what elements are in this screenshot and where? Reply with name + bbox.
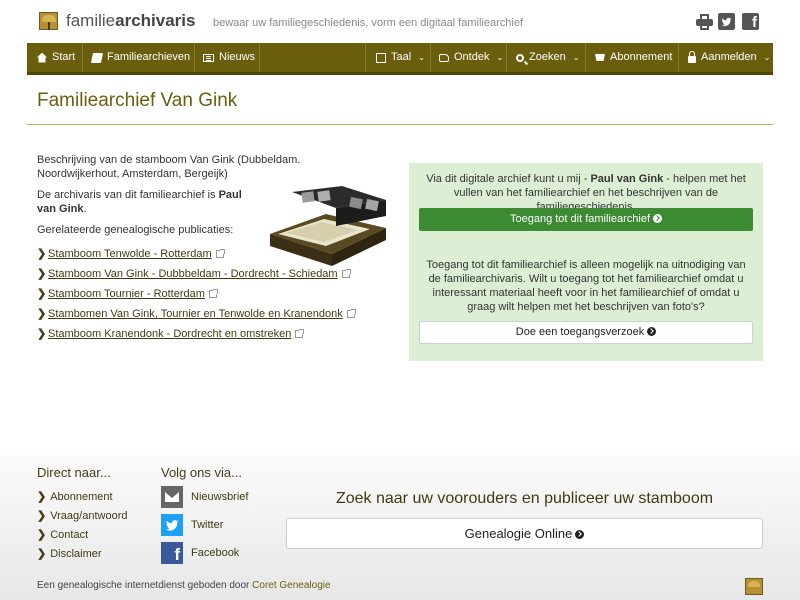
external-link-icon — [208, 289, 218, 298]
publication-link[interactable]: Stamboom Tenwolde - Rotterdam — [48, 248, 212, 260]
tagline: bewaar uw familiegeschiedenis, vorm een … — [213, 17, 523, 29]
footer-link-nieuwsbrief[interactable]: Nieuwsbrief — [191, 491, 248, 503]
nav-familiearchieven-label: Familiearchieven — [107, 51, 191, 63]
publication-link[interactable]: Stamboom Kranendonk - Dordrecht en omstr… — [48, 328, 291, 340]
nav-taal[interactable]: Taal ⌄ — [376, 43, 425, 72]
chevron-circle-right-icon — [653, 214, 663, 223]
direct-heading: Direct naar... — [37, 465, 111, 480]
list-item: ❯ Stamboom Kranendonk - Dordrecht en omst… — [37, 328, 367, 341]
chevron-circle-right-icon — [647, 327, 657, 336]
invite-text: Toegang tot dit familiearchief is alleen… — [426, 259, 746, 313]
footer-link-facebook[interactable]: Facebook — [191, 547, 239, 559]
footer-link-twitter[interactable]: Twitter — [191, 519, 223, 531]
footer-credit: Een genealogische internetdienst geboden… — [37, 580, 331, 591]
facebook-icon[interactable]: f — [161, 542, 183, 564]
main-nav: Start Familiearchieven Nieuws Taal ⌄ Ontd… — [27, 43, 773, 75]
archivist-line: De archivaris van dit familiearchief is … — [37, 189, 242, 215]
follow-heading: Volg ons via... — [161, 465, 242, 480]
cart-icon — [595, 54, 605, 61]
chevron-right-icon: ❯ — [37, 268, 47, 280]
tree-logo-icon[interactable] — [39, 12, 58, 30]
chevron-right-icon: ❯ — [37, 491, 47, 503]
home-icon — [37, 52, 47, 63]
external-link-icon — [346, 309, 356, 318]
genealogie-online-button[interactable]: Genealogie Online — [286, 518, 763, 549]
nav-start[interactable]: Start — [37, 43, 75, 72]
external-link-icon — [341, 269, 351, 278]
twitter-icon[interactable] — [161, 514, 183, 536]
footer-link-abonnement[interactable]: ❯ Abonnement — [37, 490, 113, 503]
archive-description: Beschrijving van de stamboom Van Gink (D… — [37, 154, 301, 180]
publication-link[interactable]: Stamboom Van Gink - Dubbbeldam - Dordrec… — [48, 268, 338, 280]
archive-box-image — [270, 186, 386, 266]
list-item: ❯ Stamboom Van Gink - Dubbbeldam - Dordre… — [37, 268, 367, 281]
request-access-button[interactable]: Doe een toegangsverzoek — [419, 321, 753, 344]
facebook-icon[interactable]: f — [742, 13, 759, 31]
panel-archivist-name: Paul van Gink — [590, 173, 664, 185]
nav-familiearchieven[interactable]: Familiearchieven — [90, 43, 191, 72]
chevron-right-icon: ❯ — [37, 328, 47, 340]
chevron-down-icon: ⌄ — [418, 53, 425, 62]
access-panel: Via dit digitale archief kunt u mij - Pa… — [409, 163, 763, 361]
language-icon — [376, 52, 386, 63]
chevron-right-icon: ❯ — [37, 308, 47, 320]
chevron-right-icon: ❯ — [37, 548, 47, 560]
list-item: ❯ Stamboom Tournier - Rotterdam — [37, 288, 367, 301]
footer-link-vraag[interactable]: ❯ Vraag/antwoord — [37, 509, 127, 522]
publications-label: Gerelateerde genealogische publicaties: — [37, 224, 234, 236]
logo-text-bold: archivaris — [115, 11, 196, 30]
publication-link[interactable]: Stamboom Tournier - Rotterdam — [48, 288, 205, 300]
nav-nieuws-label: Nieuws — [219, 51, 256, 63]
logo-text-light: familie — [66, 11, 116, 30]
nav-ontdek[interactable]: Ontdek ⌄ — [439, 43, 503, 72]
publication-link[interactable]: Stambomen Van Gink, Tournier en Tenwolde… — [48, 308, 343, 320]
page-title: Familiearchief Van Gink — [37, 90, 238, 111]
newspaper-icon — [203, 53, 214, 62]
external-link-icon — [215, 249, 225, 258]
coret-genealogie-link[interactable]: Coret Genealogie — [252, 580, 330, 591]
chevron-down-icon: ⌄ — [572, 53, 580, 62]
twitter-icon[interactable] — [718, 13, 735, 30]
chevron-down-icon: ⌄ — [763, 53, 771, 62]
nav-nieuws[interactable]: Nieuws — [203, 43, 255, 72]
chevron-right-icon: ❯ — [37, 510, 47, 522]
chevron-circle-right-icon — [575, 530, 585, 539]
list-item: ❯ Stambomen Van Gink, Tournier en Tenwold… — [37, 308, 367, 321]
chevron-right-icon: ❯ — [37, 288, 47, 300]
access-archive-button[interactable]: Toegang tot dit familiearchief — [419, 208, 753, 231]
nav-aanmelden-label: Aanmelden — [701, 51, 757, 63]
site-logo[interactable]: familiearchivaris — [66, 11, 195, 31]
tree-logo-icon[interactable] — [745, 578, 763, 595]
nav-abonnement[interactable]: Abonnement — [595, 43, 672, 72]
newsletter-icon[interactable] — [161, 486, 183, 508]
print-icon[interactable] — [696, 14, 713, 30]
nav-ontdek-label: Ontdek — [454, 51, 490, 63]
pointing-hand-icon — [439, 53, 449, 62]
nav-taal-label: Taal — [391, 51, 412, 63]
search-icon — [516, 53, 524, 62]
nav-zoeken-label: Zoeken — [529, 51, 566, 63]
nav-zoeken[interactable]: Zoeken ⌄ — [516, 43, 579, 72]
book-icon — [90, 52, 104, 63]
chevron-right-icon: ❯ — [37, 248, 47, 260]
chevron-right-icon: ❯ — [37, 529, 47, 541]
external-link-icon — [295, 329, 305, 338]
footer-link-contact[interactable]: ❯ Contact — [37, 528, 88, 541]
nav-start-label: Start — [52, 51, 76, 63]
title-divider — [27, 124, 773, 125]
lock-icon — [688, 50, 696, 63]
site-header: familiearchivaris bewaar uw familiegesch… — [0, 0, 800, 43]
promo-title: Zoek naar uw voorouders en publiceer uw … — [335, 490, 714, 507]
chevron-down-icon: ⌄ — [496, 53, 504, 62]
footer-link-disclaimer[interactable]: ❯ Disclaimer — [37, 547, 102, 560]
nav-aanmelden[interactable]: Aanmelden ⌄ — [688, 43, 770, 72]
nav-abonnement-label: Abonnement — [610, 51, 673, 63]
